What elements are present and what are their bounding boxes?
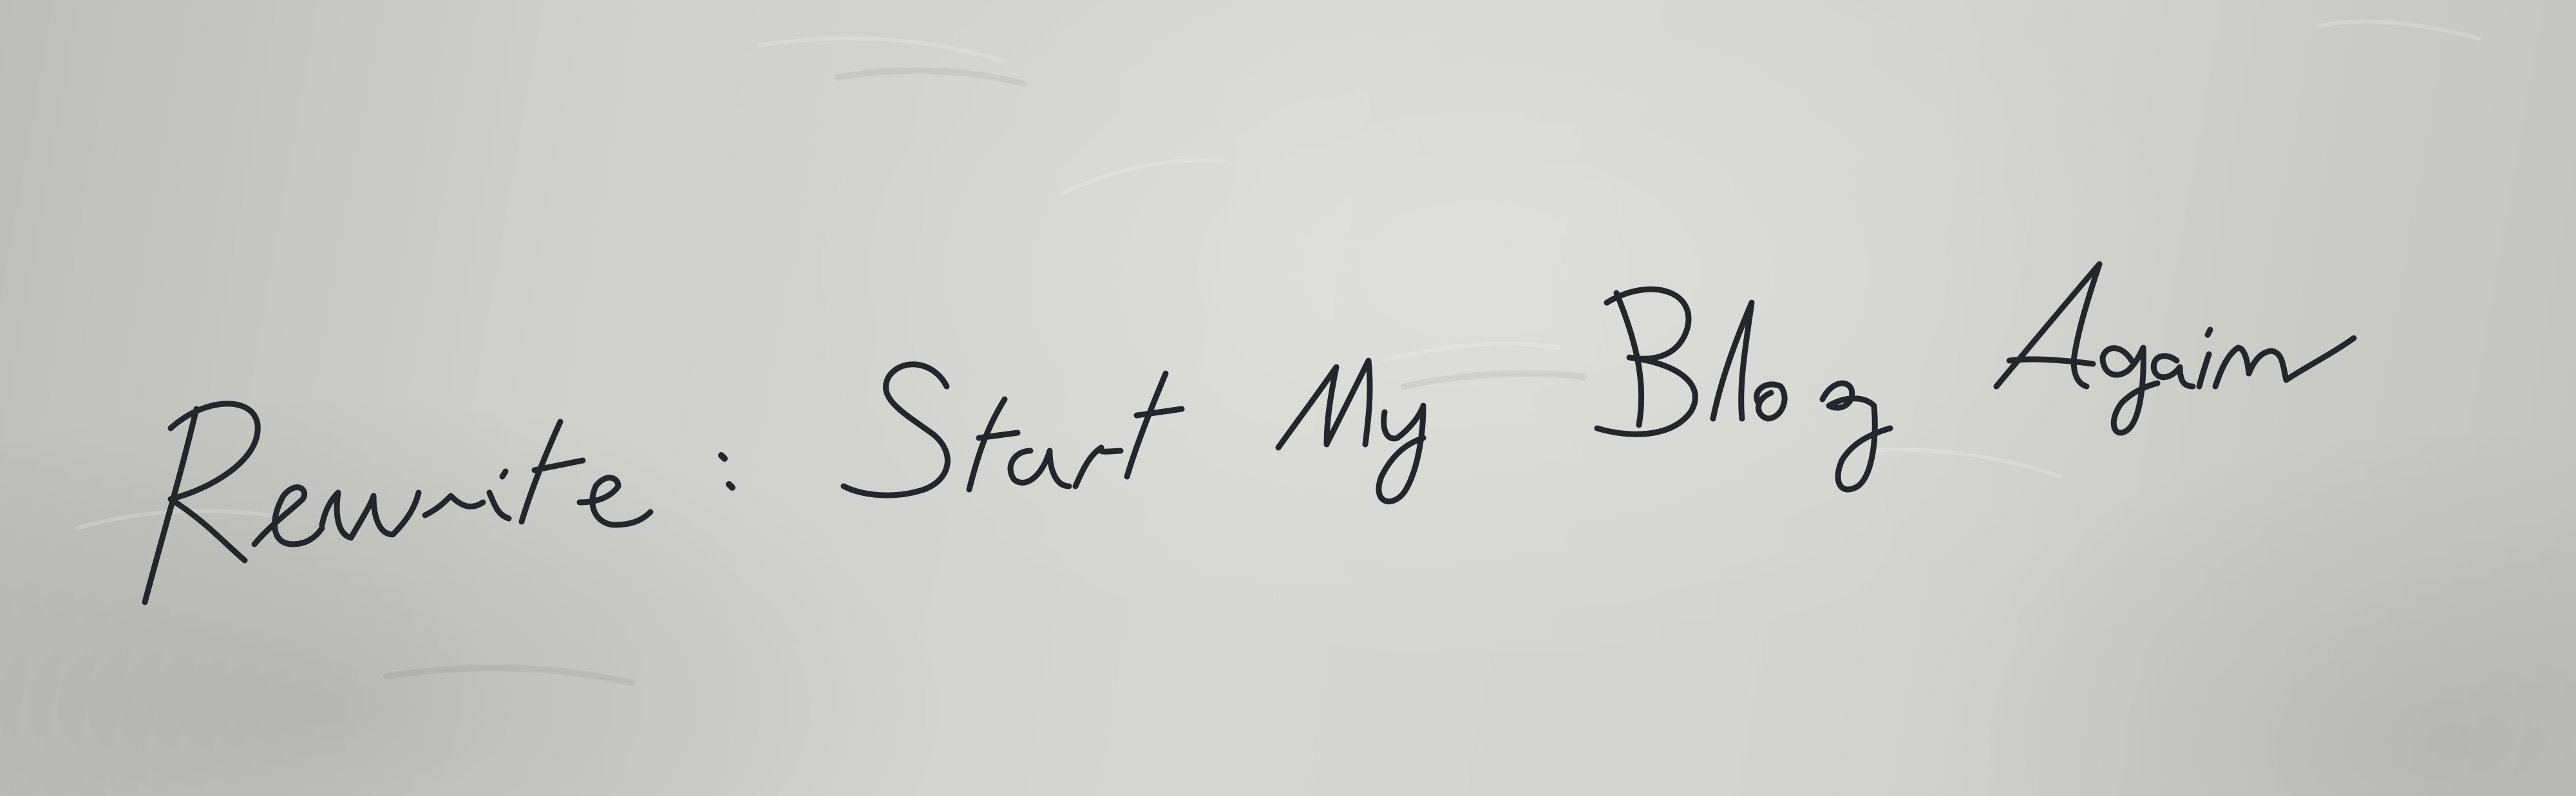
word-rewrite — [142, 401, 654, 605]
paper-photo: Rewrite : Start My Blog Again — [0, 0, 2576, 796]
word-my — [1275, 357, 1426, 505]
word-start — [840, 361, 1185, 498]
word-blog — [1594, 286, 1893, 493]
word-again — [1993, 261, 2357, 436]
handwritten-text — [142, 261, 2357, 605]
colon — [718, 452, 735, 491]
